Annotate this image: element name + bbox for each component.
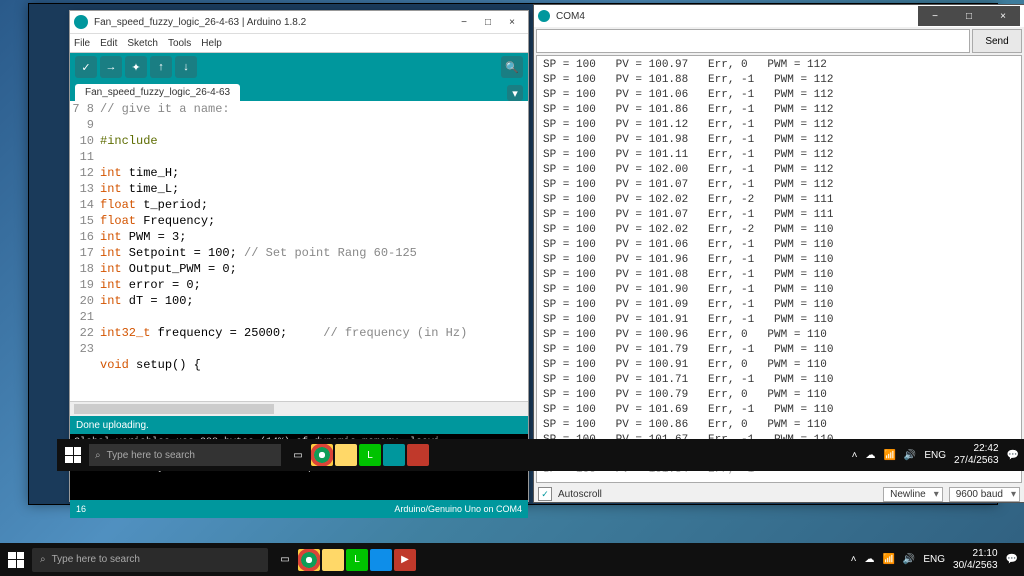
inner-time: 22:42 xyxy=(954,443,999,455)
arduino-menubar: File Edit Sketch Tools Help xyxy=(70,34,528,53)
build-status: Done uploading. xyxy=(70,416,528,434)
inner-search-placeholder: Type here to search xyxy=(107,450,195,461)
open-button[interactable]: ↑ xyxy=(150,56,172,78)
serial-input-bar: Send xyxy=(534,27,1024,55)
serial-output[interactable]: SP = 100 PV = 100.97 Err, 0 PWM = 112 SP… xyxy=(536,55,1022,483)
menu-help[interactable]: Help xyxy=(201,38,222,49)
arduino-window: Fan_speed_fuzzy_logic_26-4-63 | Arduino … xyxy=(69,10,529,502)
serial-icon xyxy=(538,10,550,22)
serial-minimize-button[interactable]: − xyxy=(918,6,952,26)
inner-date: 27/4/2563 xyxy=(954,455,999,467)
outer-taskbar: ⌕ Type here to search ▭ L ▶ ˄ ☁ 📶 🔊 ENG … xyxy=(0,543,1024,576)
menu-tools[interactable]: Tools xyxy=(168,38,191,49)
tray-chevron-icon[interactable]: ˄ xyxy=(852,450,858,461)
serial-bottom-bar: ✓ Autoscroll Newline 9600 baud xyxy=(534,483,1024,505)
line-number: 16 xyxy=(76,504,86,514)
serial-input[interactable] xyxy=(536,29,970,53)
baud-select[interactable]: 9600 baud xyxy=(949,487,1020,502)
code-editor[interactable]: 7 8 9 10 11 12 13 14 15 16 17 18 19 20 2… xyxy=(70,101,528,401)
sketch-tab[interactable]: Fan_speed_fuzzy_logic_26-4-63 xyxy=(75,84,240,101)
new-sketch-button[interactable]: ✦ xyxy=(125,56,147,78)
chrome-icon[interactable] xyxy=(311,444,333,466)
time: 21:10 xyxy=(953,548,998,560)
task-view-icon[interactable]: ▭ xyxy=(287,444,309,466)
teamviewer-icon[interactable] xyxy=(370,549,392,571)
clock[interactable]: 21:10 30/4/2563 xyxy=(953,548,998,572)
notification-icon[interactable]: 💬 xyxy=(1007,450,1019,461)
inner-start-button[interactable] xyxy=(57,439,89,471)
file-explorer-icon[interactable] xyxy=(322,549,344,571)
board-port-label: Arduino/Genuino Uno on COM4 xyxy=(394,504,522,514)
line-app-icon[interactable]: L xyxy=(359,444,381,466)
search-placeholder: Type here to search xyxy=(52,554,140,565)
close-button[interactable]: × xyxy=(500,13,524,31)
cloud-icon[interactable]: ☁ xyxy=(865,450,875,461)
verify-button[interactable]: ✓ xyxy=(75,56,97,78)
lang-indicator[interactable]: ENG xyxy=(923,554,945,565)
date: 30/4/2563 xyxy=(953,560,998,572)
arduino-icon xyxy=(74,15,88,29)
start-button[interactable] xyxy=(0,543,32,576)
autoscroll-checkbox[interactable]: ✓ xyxy=(538,487,552,501)
inner-system-tray[interactable]: ˄ ☁ 📶 🔊 ENG 22:42 27/4/2563 💬 xyxy=(852,443,1024,467)
system-tray[interactable]: ˄ ☁ 📶 🔊 ENG 21:10 30/4/2563 💬 xyxy=(851,548,1024,572)
tray-chevron-icon[interactable]: ˄ xyxy=(851,554,857,565)
inner-clock[interactable]: 22:42 27/4/2563 xyxy=(954,443,999,467)
inner-lang-indicator[interactable]: ENG xyxy=(924,450,946,461)
arduino-tabbar: Fan_speed_fuzzy_logic_26-4-63 ▾ xyxy=(70,81,528,101)
media-app-icon[interactable] xyxy=(407,444,429,466)
notification-icon[interactable]: 💬 xyxy=(1006,554,1018,565)
serial-monitor-window: COM4 − □ × Send SP = 100 PV = 100.97 Err… xyxy=(533,4,1024,503)
line-app-icon[interactable]: L xyxy=(346,549,368,571)
search-box[interactable]: ⌕ Type here to search xyxy=(32,548,268,572)
desktop: Fan_speed_fuzzy_logic_26-4-63 | Arduino … xyxy=(0,0,1024,576)
file-explorer-icon[interactable] xyxy=(335,444,357,466)
code-area[interactable]: // give it a name: #include int time_H;i… xyxy=(100,101,467,373)
arduino-app-icon[interactable] xyxy=(383,444,405,466)
wifi-icon[interactable]: 📶 xyxy=(882,554,894,565)
inner-taskbar: ⌕ Type here to search ▭ L ˄ ☁ 📶 🔊 ENG 22… xyxy=(57,439,1024,471)
serial-title: COM4 xyxy=(556,11,918,22)
upload-button[interactable]: → xyxy=(100,56,122,78)
inner-screenshot: Fan_speed_fuzzy_logic_26-4-63 | Arduino … xyxy=(28,3,998,505)
horizontal-scrollbar[interactable] xyxy=(70,401,528,416)
media-player-icon[interactable]: ▶ xyxy=(394,549,416,571)
serial-titlebar[interactable]: COM4 − □ × xyxy=(534,5,1024,27)
serial-maximize-button[interactable]: □ xyxy=(952,6,986,26)
chrome-icon[interactable] xyxy=(298,549,320,571)
tab-menu-button[interactable]: ▾ xyxy=(507,85,523,101)
search-icon: ⌕ xyxy=(40,554,46,565)
serial-monitor-button[interactable]: 🔍 xyxy=(501,56,523,78)
serial-close-button[interactable]: × xyxy=(986,6,1020,26)
volume-icon[interactable]: 🔊 xyxy=(903,554,915,565)
maximize-button[interactable]: □ xyxy=(476,13,500,31)
line-ending-select[interactable]: Newline xyxy=(883,487,943,502)
send-button[interactable]: Send xyxy=(972,29,1022,53)
line-gutter: 7 8 9 10 11 12 13 14 15 16 17 18 19 20 2… xyxy=(70,101,98,357)
minimize-button[interactable]: − xyxy=(452,13,476,31)
inner-search-box[interactable]: ⌕ Type here to search xyxy=(89,444,281,466)
volume-icon[interactable]: 🔊 xyxy=(904,450,916,461)
menu-file[interactable]: File xyxy=(74,38,90,49)
arduino-toolbar: ✓ → ✦ ↑ ↓ 🔍 xyxy=(70,53,528,81)
arduino-titlebar[interactable]: Fan_speed_fuzzy_logic_26-4-63 | Arduino … xyxy=(70,11,528,34)
save-button[interactable]: ↓ xyxy=(175,56,197,78)
menu-sketch[interactable]: Sketch xyxy=(127,38,158,49)
menu-edit[interactable]: Edit xyxy=(100,38,117,49)
autoscroll-label: Autoscroll xyxy=(558,489,602,500)
task-view-icon[interactable]: ▭ xyxy=(274,549,296,571)
arduino-title: Fan_speed_fuzzy_logic_26-4-63 | Arduino … xyxy=(94,17,452,28)
arduino-footer: 16 Arduino/Genuino Uno on COM4 xyxy=(70,500,528,518)
cloud-icon[interactable]: ☁ xyxy=(864,554,874,565)
search-icon: ⌕ xyxy=(95,450,101,461)
wifi-icon[interactable]: 📶 xyxy=(883,450,895,461)
